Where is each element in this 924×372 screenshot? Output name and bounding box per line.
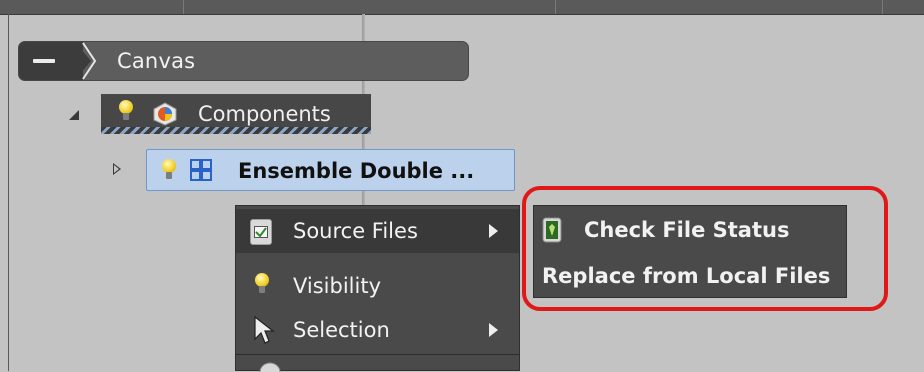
breadcrumb-separator-icon: [82, 42, 97, 80]
submenu-arrow-icon: [489, 224, 498, 238]
toolbar-separator: [882, 0, 883, 14]
toolbar-separator: [555, 0, 556, 14]
context-menu: Source Files Visibility Selection: [235, 205, 520, 372]
collapse-button[interactable]: [19, 42, 83, 80]
canvas-header[interactable]: Canvas: [18, 41, 469, 81]
menu-item-label: Source Files: [293, 219, 418, 243]
components-icon: [153, 102, 177, 126]
toolbar-separator: [183, 0, 184, 14]
top-toolbar-strip: [0, 0, 924, 15]
tree-node-components[interactable]: Components: [101, 94, 371, 134]
bulb-icon: [255, 273, 269, 295]
menu-item-selection[interactable]: Selection: [236, 308, 519, 352]
menu-separator: [236, 354, 519, 355]
ensemble-label: Ensemble Double ...: [238, 159, 475, 183]
panel-border: [8, 14, 9, 371]
menu-item-label: Selection: [293, 318, 390, 342]
collapsed-triangle-icon[interactable]: [113, 163, 121, 175]
cursor-icon: [254, 315, 275, 344]
tree-node-ensemble-double[interactable]: Ensemble Double ...: [146, 149, 515, 191]
hatch-underline: [101, 127, 371, 134]
check-mark-icon: [255, 227, 267, 238]
menu-item-visibility[interactable]: Visibility: [236, 264, 519, 308]
components-label: Components: [198, 102, 331, 126]
visibility-bulb-icon[interactable]: [162, 159, 176, 181]
minus-icon: [33, 59, 55, 63]
canvas-title: Canvas: [117, 49, 196, 73]
submenu-arrow-icon: [489, 323, 498, 337]
expanded-triangle-icon[interactable]: [68, 109, 80, 121]
ensemble-icon: [190, 159, 212, 181]
partial-menu-icon: [259, 362, 281, 372]
source-files-icon: [250, 219, 272, 245]
visibility-bulb-icon[interactable]: [119, 100, 133, 122]
menu-item-source-files[interactable]: Source Files: [236, 209, 519, 253]
menu-item-label: Visibility: [293, 274, 382, 298]
highlight-annotation: [522, 186, 888, 311]
